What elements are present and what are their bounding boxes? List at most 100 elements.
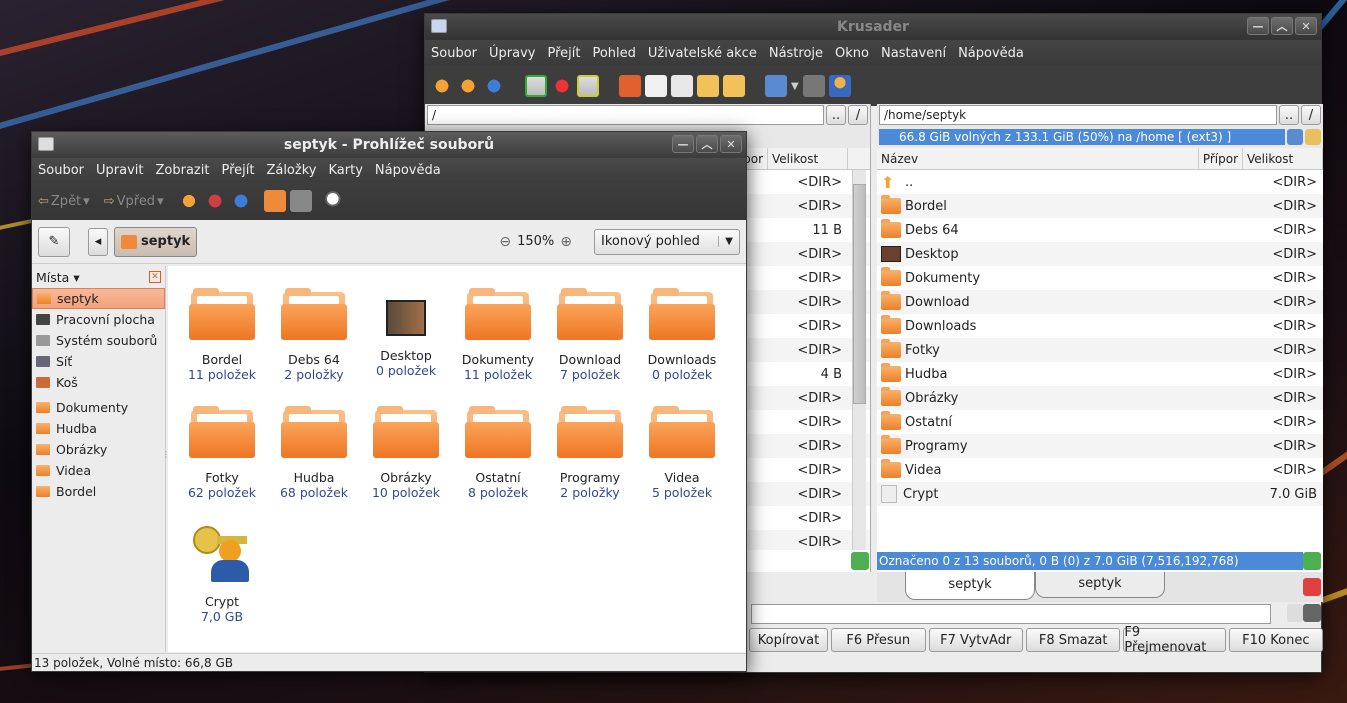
place-trash[interactable]: Koš	[32, 372, 165, 393]
icon-item-dokumenty[interactable]: Dokumenty 11 položek	[452, 286, 544, 382]
left-path-input[interactable]: /	[427, 105, 824, 125]
left-header-size[interactable]: Velikost	[768, 148, 848, 169]
menu-prejit[interactable]: Přejít	[215, 163, 260, 178]
icon-item-download[interactable]: Download 7 položek	[544, 286, 636, 382]
right-file-row[interactable]: Crypt 7.0 GiB	[877, 482, 1323, 506]
nautilus-titlebar[interactable]: septyk - Prohlížeč souborů — ︿ ✕	[32, 132, 746, 158]
place-filesystem[interactable]: Systém souborů	[32, 330, 165, 351]
f5-copy-button[interactable]: Kopírovat	[749, 628, 829, 652]
bookmark-hudba[interactable]: Hudba	[32, 418, 165, 439]
places-dropdown[interactable]: Místa ▾	[36, 270, 80, 285]
dropdown-arrow-icon[interactable]: ▼	[791, 81, 799, 92]
right-file-row[interactable]: Videa <DIR>	[877, 458, 1323, 482]
f7-mkdir-button[interactable]: F7 VytvAdr	[928, 628, 1023, 652]
minimize-button[interactable]: —	[672, 135, 694, 153]
place-septyk[interactable]: septyk	[32, 288, 165, 309]
reload-icon[interactable]	[229, 190, 252, 212]
refresh-icon[interactable]	[483, 75, 505, 97]
icon-item-debs-64[interactable]: Debs 64 2 položky	[268, 286, 360, 382]
maximize-button[interactable]: ︿	[1271, 17, 1293, 35]
back-arrow-icon[interactable]	[431, 75, 453, 97]
root-user-icon[interactable]	[828, 75, 851, 97]
edit-location-button[interactable]: ✎	[38, 226, 70, 257]
right-file-row[interactable]: Ostatní <DIR>	[877, 410, 1323, 434]
tab-septyk-active[interactable]: septyk	[905, 572, 1035, 600]
menu-nastaveni[interactable]: Nastavení	[875, 46, 952, 61]
icon-item-downloads[interactable]: Downloads 0 položek	[636, 286, 728, 382]
left-scrollbar[interactable]	[852, 170, 866, 550]
search-files-icon[interactable]	[619, 75, 641, 97]
menu-nastroje[interactable]: Nástroje	[763, 46, 829, 61]
menu-napoveda[interactable]: Nápověda	[952, 46, 1030, 61]
zoom-in-icon[interactable]: ⊕	[560, 234, 572, 250]
right-path-input[interactable]: /home/septyk	[879, 105, 1277, 125]
command-line[interactable]	[751, 604, 1271, 624]
close-button[interactable]: ✕	[1295, 17, 1317, 35]
right-file-row[interactable]: Debs 64 <DIR>	[877, 218, 1323, 242]
menu-napoveda[interactable]: Nápověda	[369, 163, 447, 178]
icon-item-desktop[interactable]: Desktop 0 položek	[360, 286, 452, 378]
select-check-icon[interactable]	[525, 75, 547, 97]
left-panel-up-button[interactable]	[851, 552, 869, 570]
path-button-septyk[interactable]: septyk	[114, 226, 198, 257]
icon-item-fotky[interactable]: Fotky 62 položek	[176, 404, 268, 500]
right-file-row[interactable]: Obrázky <DIR>	[877, 386, 1323, 410]
copy-icon[interactable]	[671, 75, 693, 97]
up-arrow-icon[interactable]	[177, 190, 200, 212]
f6-move-button[interactable]: F6 Přesun	[831, 628, 926, 652]
menu-zalozky[interactable]: Záložky	[260, 163, 322, 178]
bookmark-icon[interactable]	[1305, 129, 1321, 145]
bookmark-obrazky[interactable]: Obrázky	[32, 439, 165, 460]
right-header-ext[interactable]: Přípor	[1199, 148, 1243, 169]
f10-quit-button[interactable]: F10 Konec	[1228, 628, 1324, 652]
network-icon[interactable]	[765, 75, 787, 97]
right-file-row[interactable]: Hudba <DIR>	[877, 362, 1323, 386]
sync-icon[interactable]	[1287, 129, 1303, 145]
right-file-row[interactable]: ⬆.. <DIR>	[877, 170, 1323, 194]
menu-prejit[interactable]: Přejít	[541, 46, 586, 61]
view-mode-select[interactable]: Ikonový pohled ▼	[594, 228, 740, 255]
icon-item-ostatní[interactable]: Ostatní 8 položek	[452, 404, 544, 500]
right-file-row[interactable]: Download <DIR>	[877, 290, 1323, 314]
right-header-size[interactable]: Velikost	[1243, 148, 1323, 169]
stop-icon[interactable]	[203, 190, 226, 212]
add-icon[interactable]	[1287, 604, 1303, 622]
right-panel-up-button[interactable]	[1303, 552, 1321, 570]
home-folder-icon[interactable]	[263, 190, 286, 212]
place-desktop[interactable]: Pracovní plocha	[32, 309, 165, 330]
right-parent-button[interactable]: ..	[1279, 105, 1299, 125]
tab-septyk[interactable]: septyk	[1035, 572, 1165, 598]
right-file-row[interactable]: Desktop <DIR>	[877, 242, 1323, 266]
close-tab-icon[interactable]	[1303, 578, 1321, 596]
menu-upravit[interactable]: Upravit	[90, 163, 149, 178]
new-file-icon[interactable]	[645, 75, 667, 97]
right-file-row[interactable]: Dokumenty <DIR>	[877, 266, 1323, 290]
minimize-button[interactable]: —	[1247, 17, 1269, 35]
maximize-button[interactable]: ︿	[696, 135, 718, 153]
path-left-arrow-button[interactable]: ◂	[88, 227, 108, 256]
menu-soubor[interactable]: Soubor	[32, 163, 90, 178]
bookmark-dokumenty[interactable]: Dokumenty	[32, 397, 165, 418]
left-root-button[interactable]: /	[848, 105, 868, 125]
right-header-name[interactable]: Název	[877, 148, 1199, 169]
bookmark-bordel[interactable]: Bordel	[32, 481, 165, 502]
close-button[interactable]: ✕	[720, 135, 742, 153]
computer-icon[interactable]	[289, 190, 312, 212]
menu-karty[interactable]: Karty	[322, 163, 368, 178]
terminal-emulator-icon[interactable]	[1303, 604, 1321, 622]
move-icon[interactable]	[697, 75, 719, 97]
back-button[interactable]: ⇦ Zpět ▾	[38, 194, 90, 209]
right-root-button[interactable]: /	[1301, 105, 1321, 125]
icon-item-hudba[interactable]: Hudba 68 položek	[268, 404, 360, 500]
menu-uzivatelske-akce[interactable]: Uživatelské akce	[642, 46, 763, 61]
terminal-icon[interactable]	[802, 75, 825, 97]
sidebar-resize-handle[interactable]: ⋮	[162, 451, 170, 468]
krusader-titlebar[interactable]: Krusader — ︿ ✕	[425, 14, 1321, 40]
menu-upravy[interactable]: Úpravy	[483, 46, 541, 61]
icon-item-obrázky[interactable]: Obrázky 10 položek	[360, 404, 452, 500]
right-file-row[interactable]: Programy <DIR>	[877, 434, 1323, 458]
forward-button[interactable]: ⇨ Vpřed ▾	[104, 194, 164, 209]
menu-pohled[interactable]: Pohled	[586, 46, 641, 61]
bookmark-videa[interactable]: Videa	[32, 460, 165, 481]
up-arrow-icon[interactable]	[457, 75, 479, 97]
